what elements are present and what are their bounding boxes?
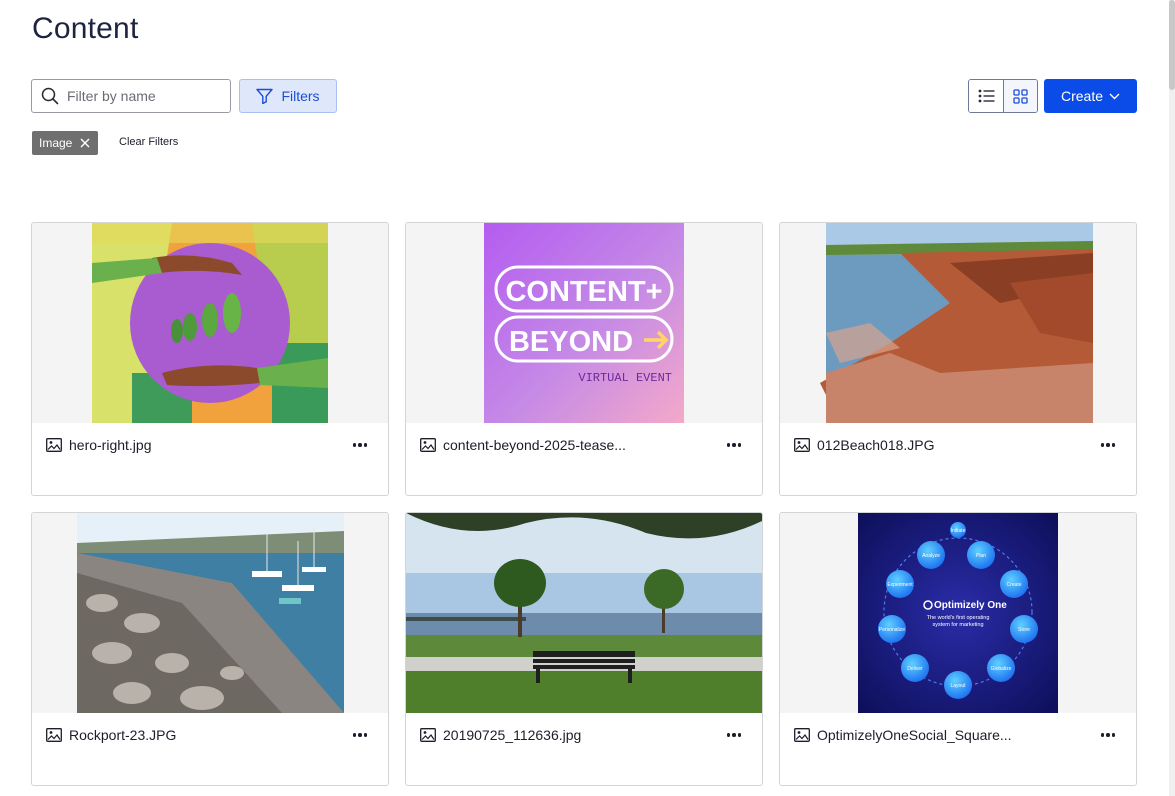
thumb-text-virtual-event: VIRTUAL EVENT: [578, 371, 672, 385]
image-icon: [420, 438, 436, 452]
more-icon: [726, 733, 742, 737]
more-icon: [726, 443, 742, 447]
image-icon: [794, 728, 810, 742]
more-icon: [352, 733, 368, 737]
asset-thumbnail: [406, 513, 762, 713]
asset-name: Rockport-23.JPG: [69, 727, 177, 743]
filters-button[interactable]: Filters: [239, 79, 337, 113]
thumb-node-deliver: Deliver: [907, 666, 923, 672]
thumb-node-layout: Layout: [950, 683, 966, 689]
image-icon: [794, 438, 810, 452]
filter-chip-label: Image: [39, 136, 73, 150]
list-view-button[interactable]: [969, 80, 1003, 112]
asset-thumbnail: [780, 223, 1136, 423]
asset-card[interactable]: 012Beach018.JPG: [779, 222, 1137, 496]
create-button[interactable]: Create: [1044, 79, 1137, 113]
filters-label: Filters: [281, 88, 320, 104]
more-icon: [1100, 443, 1116, 447]
asset-meta: 012Beach018.JPG: [794, 437, 1122, 453]
list-icon: [978, 89, 994, 103]
asset-name: OptimizelyOneSocial_Square...: [817, 727, 1012, 743]
asset-card[interactable]: CONTENT+ BEYOND VIRTUAL EVENT content-be…: [405, 222, 763, 496]
view-toggle: [968, 79, 1038, 113]
asset-thumbnail: [32, 223, 388, 423]
chevron-down-icon: [1109, 93, 1120, 99]
asset-meta: content-beyond-2025-tease...: [420, 437, 748, 453]
more-icon: [352, 443, 368, 447]
page-title: Content: [32, 12, 139, 45]
more-options-button[interactable]: [1100, 437, 1116, 453]
asset-thumbnail: Initiate Plan Create Store Globalize Lay…: [780, 513, 1136, 713]
asset-card[interactable]: Initiate Plan Create Store Globalize Lay…: [779, 512, 1137, 786]
thumb-node-initiate: Initiate: [951, 528, 966, 534]
more-icon: [1100, 733, 1116, 737]
asset-name: 012Beach018.JPG: [817, 437, 935, 453]
search-input[interactable]: [67, 88, 217, 104]
asset-meta: hero-right.jpg: [46, 437, 374, 453]
asset-name: hero-right.jpg: [69, 437, 152, 453]
clear-filters-link[interactable]: Clear Filters: [119, 136, 178, 148]
asset-card[interactable]: 20190725_112636.jpg: [405, 512, 763, 786]
asset-name: 20190725_112636.jpg: [443, 727, 582, 743]
thumb-node-globalize: Globalize: [991, 666, 1012, 672]
search-icon: [41, 87, 59, 105]
thumb-node-analyze: Analyze: [922, 553, 940, 559]
asset-meta: Rockport-23.JPG: [46, 727, 374, 743]
more-options-button[interactable]: [726, 727, 742, 743]
filter-chip-image: Image: [32, 131, 99, 155]
more-options-button[interactable]: [1100, 727, 1116, 743]
image-icon: [46, 728, 62, 742]
grid-view-button[interactable]: [1003, 80, 1037, 112]
search-field[interactable]: [31, 79, 231, 113]
thumb-node-store: Store: [1018, 627, 1030, 633]
asset-name: content-beyond-2025-tease...: [443, 437, 626, 453]
asset-card[interactable]: hero-right.jpg: [31, 222, 389, 496]
scrollbar-thumb[interactable]: [1169, 0, 1175, 90]
thumb-brand: Optimizely One: [934, 600, 1007, 611]
thumb-node-plan: Plan: [976, 553, 986, 559]
thumb-tagline: The world's first operating system for m…: [926, 615, 990, 628]
thumb-node-create: Create: [1006, 582, 1021, 588]
more-options-button[interactable]: [352, 437, 368, 453]
asset-thumbnail: CONTENT+ BEYOND VIRTUAL EVENT: [406, 223, 762, 423]
asset-meta: OptimizelyOneSocial_Square...: [794, 727, 1122, 743]
thumb-text-content: CONTENT+: [505, 276, 662, 308]
create-label: Create: [1060, 88, 1104, 104]
thumb-text-beyond: BEYOND: [509, 326, 633, 358]
asset-thumbnail: [32, 513, 388, 713]
image-icon: [420, 728, 436, 742]
thumb-node-experiment: Experiment: [887, 582, 913, 588]
more-options-button[interactable]: [726, 437, 742, 453]
more-options-button[interactable]: [352, 727, 368, 743]
image-icon: [46, 438, 62, 452]
thumb-node-personalize: Personalize: [879, 627, 905, 633]
grid-icon: [1013, 88, 1028, 104]
asset-card[interactable]: Rockport-23.JPG: [31, 512, 389, 786]
close-icon[interactable]: [80, 138, 90, 148]
funnel-icon: [256, 88, 274, 104]
asset-meta: 20190725_112636.jpg: [420, 727, 748, 743]
vertical-scrollbar[interactable]: [1169, 0, 1175, 796]
